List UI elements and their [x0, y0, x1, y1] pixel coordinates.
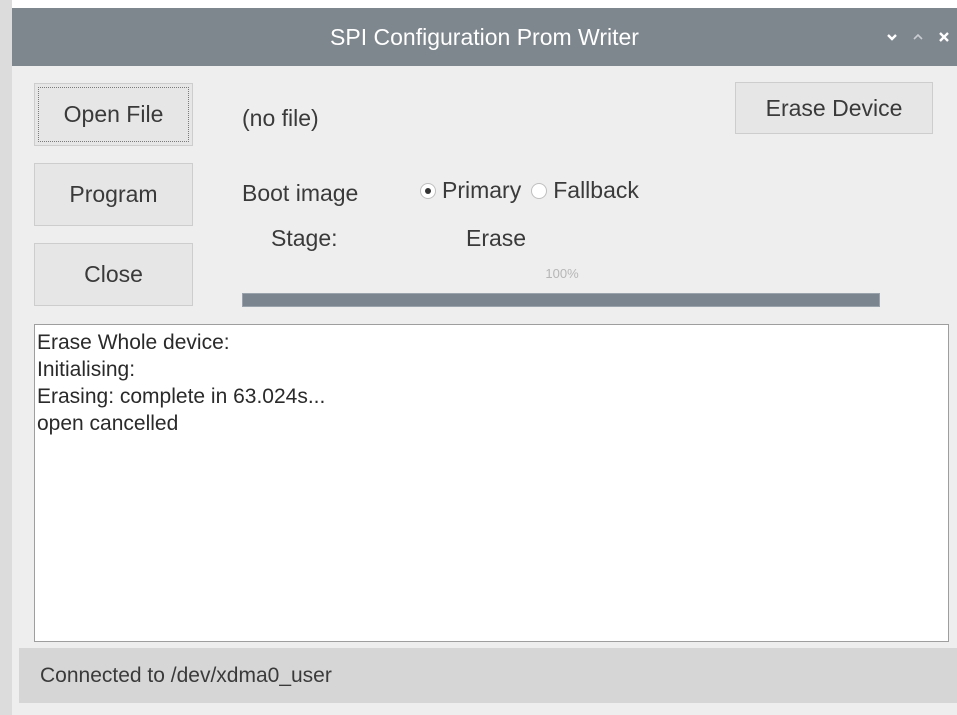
program-button[interactable]: Program	[34, 163, 193, 226]
log-line: Erase Whole device:	[37, 331, 230, 354]
log-output[interactable]: Erase Whole device: Initialising: Erasing:…	[34, 324, 949, 642]
log-line: Erasing: complete in 63.024s...	[37, 385, 326, 408]
boot-image-radio-group: Primary Fallback	[420, 177, 649, 204]
minimize-button[interactable]	[879, 22, 905, 52]
title-bar[interactable]: SPI Configuration Prom Writer	[12, 8, 957, 66]
progress-bar	[242, 293, 880, 307]
radio-fallback-label: Fallback	[553, 177, 639, 203]
progress-percent-text: 100%	[545, 266, 579, 281]
maximize-button[interactable]	[905, 22, 931, 52]
erase-device-label: Erase Device	[765, 94, 903, 121]
status-bar: Connected to /dev/xdma0_user	[19, 648, 957, 703]
close-app-button[interactable]: Close	[34, 243, 193, 306]
chevron-up-icon	[913, 33, 923, 40]
stage-label: Stage:	[271, 225, 338, 251]
radio-fallback-indicator	[531, 182, 548, 199]
close-label: Close	[84, 261, 143, 287]
radio-primary-label: Primary	[442, 177, 522, 203]
open-file-button[interactable]: Open File	[34, 83, 193, 146]
close-icon	[939, 32, 949, 42]
chevron-down-icon	[887, 34, 897, 41]
progress-bar-fill	[243, 294, 879, 306]
file-name-label: (no file)	[242, 105, 319, 131]
app-window: SPI Configuration Prom Writer Open File	[12, 8, 957, 715]
status-text: Connected to /dev/xdma0_user	[40, 664, 332, 687]
erase-device-button[interactable]: Erase Device	[735, 82, 933, 134]
radio-fallback[interactable]: Fallback	[531, 177, 639, 204]
window-controls	[879, 8, 957, 66]
boot-image-label: Boot image	[242, 180, 359, 206]
log-line: Initialising:	[37, 358, 136, 381]
program-label: Program	[69, 181, 158, 207]
window-title: SPI Configuration Prom Writer	[330, 24, 639, 50]
radio-primary-indicator	[420, 182, 436, 199]
radio-primary[interactable]: Primary	[420, 177, 521, 204]
stage-value: Erase	[466, 225, 527, 251]
desktop-background	[0, 0, 12, 715]
close-button[interactable]	[931, 22, 957, 52]
log-line: open cancelled	[37, 412, 179, 435]
open-file-label: Open File	[63, 101, 164, 127]
